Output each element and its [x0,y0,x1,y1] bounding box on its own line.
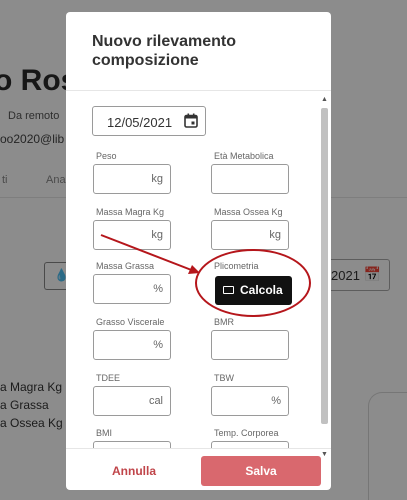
lean-mass-label: Massa Magra Kg [96,207,165,217]
scroll-up-icon[interactable]: ▲ [321,96,328,103]
bone-mass-unit: kg [269,229,281,241]
metabolic-age-input[interactable] [211,164,289,194]
calendar-icon[interactable] [184,113,198,128]
cancel-button[interactable]: Annulla [86,457,182,485]
new-measurement-modal: Nuovo rilevamento composizione 12/05/202… [66,12,331,490]
fat-mass-label: Massa Grassa [96,261,155,271]
tbw-unit: % [271,395,281,407]
tdee-label: TDEE [96,373,121,383]
lean-mass-unit: kg [151,229,163,241]
tbw-input[interactable]: % [211,386,289,416]
tdee-unit: cal [148,395,163,407]
modal-scrollbar[interactable]: ▲ ▼ [320,96,329,458]
annotation-ellipse [195,249,311,317]
modal-body: 12/05/2021 Peso kg Età Metabolica Massa … [66,90,331,448]
lean-mass-input[interactable]: kg [93,220,171,250]
bmr-label: BMR [214,317,234,327]
fat-mass-unit: % [153,283,163,295]
tdee-input[interactable]: cal [93,386,171,416]
bmi-label: BMI [96,428,113,438]
date-value: 12/05/2021 [107,115,173,130]
bmi-input[interactable] [93,441,171,448]
body-temp-input[interactable]: °C [211,441,289,448]
save-button[interactable]: Salva [201,456,321,486]
fat-mass-input[interactable]: % [93,274,171,304]
weight-unit: kg [151,173,163,185]
modal-title: Nuovo rilevamento composizione [92,33,237,69]
metabolic-age-label: Età Metabolica [214,151,274,161]
visceral-fat-label: Grasso Viscerale [96,317,165,327]
visceral-fat-unit: % [153,339,163,351]
tbw-label: TBW [214,373,234,383]
modal-footer: Annulla Salva [66,448,331,490]
weight-label: Peso [96,151,117,161]
date-input[interactable]: 12/05/2021 [92,106,206,136]
bone-mass-input[interactable]: kg [211,220,289,250]
scroll-thumb[interactable] [321,108,328,424]
visceral-fat-input[interactable]: % [93,330,171,360]
weight-input[interactable]: kg [93,164,171,194]
body-temp-label: Temp. Corporea [214,428,279,438]
bmr-input[interactable] [211,330,289,360]
bone-mass-label: Massa Ossea Kg [214,207,283,217]
